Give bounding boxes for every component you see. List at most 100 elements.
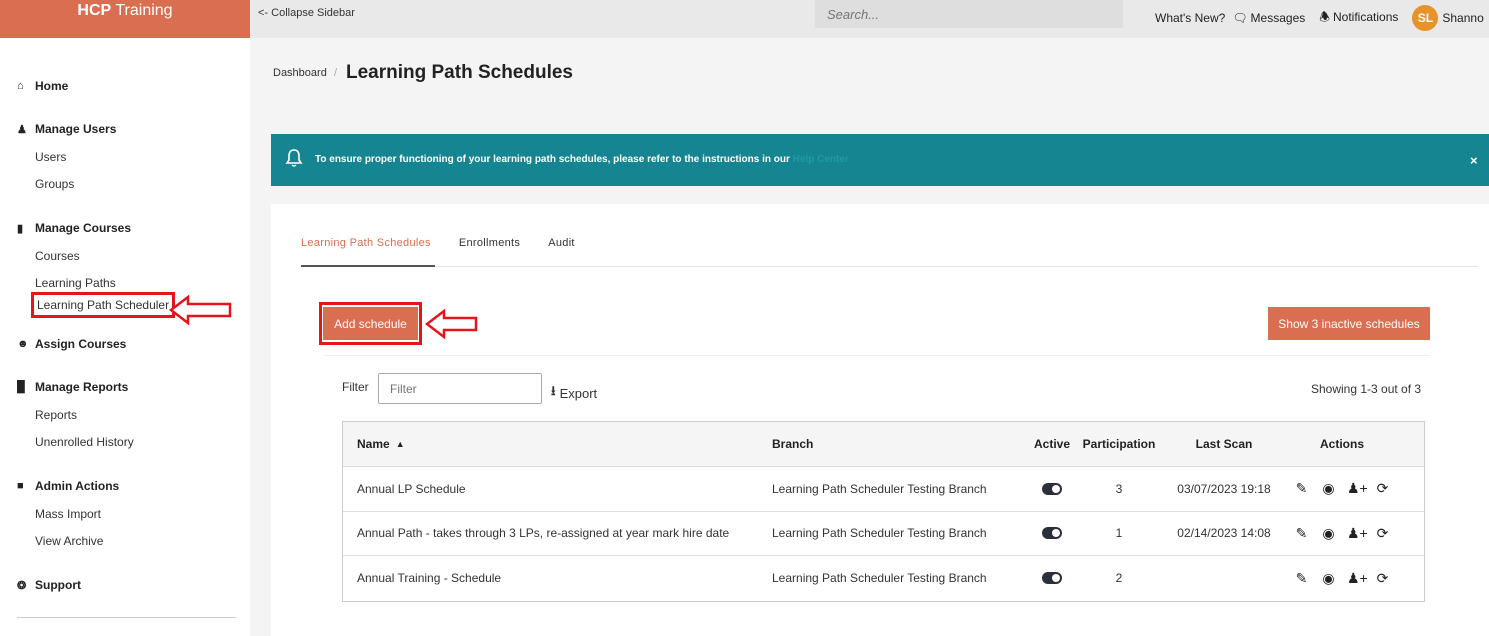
- toggle-switch[interactable]: [1042, 482, 1062, 495]
- refresh-icon[interactable]: ⟳: [1374, 570, 1391, 587]
- eye-icon[interactable]: ◉: [1320, 525, 1337, 542]
- info-banner: To ensure proper functioning of your lea…: [271, 134, 1489, 186]
- active-toggle[interactable]: [1023, 467, 1081, 511]
- sidebar-item-users[interactable]: Users: [35, 150, 66, 164]
- annotation-arrow-scheduler: [168, 294, 232, 326]
- column-header-participation: Participation: [1082, 437, 1156, 451]
- sidebar-item-support[interactable]: ❂ Support: [17, 578, 81, 592]
- tab-divider: [301, 266, 1478, 267]
- active-tab-indicator: [301, 265, 435, 267]
- show-inactive-schedules-button[interactable]: Show 3 inactive schedules: [1268, 307, 1430, 340]
- sidebar-item-home[interactable]: ⌂ Home: [17, 79, 68, 93]
- collapse-sidebar-link[interactable]: <- Collapse Sidebar: [258, 7, 355, 19]
- main-card: Learning Path Schedules Enrollments Audi…: [271, 204, 1489, 636]
- close-icon[interactable]: ×: [1470, 153, 1478, 168]
- refresh-icon[interactable]: ⟳: [1374, 480, 1391, 497]
- column-header-name[interactable]: Name ▲: [357, 422, 405, 466]
- book-icon: ▮: [17, 222, 24, 235]
- column-header-active: Active: [1033, 437, 1071, 451]
- toggle-switch[interactable]: [1042, 572, 1062, 585]
- tab-audit[interactable]: Audit: [548, 237, 575, 249]
- home-icon: ⌂: [17, 80, 24, 92]
- help-center-link[interactable]: Help Center: [793, 154, 849, 165]
- sidebar-section-manage-reports[interactable]: █ Manage Reports: [17, 380, 128, 394]
- sidebar-item-courses[interactable]: Courses: [35, 249, 80, 263]
- add-user-icon[interactable]: ♟+: [1347, 570, 1368, 587]
- sidebar-divider: [17, 617, 236, 618]
- add-schedule-button[interactable]: Add schedule: [323, 307, 418, 340]
- annotation-arrow-add: [424, 308, 478, 340]
- sidebar-item-assign-courses[interactable]: ☻ Assign Courses: [17, 337, 126, 351]
- notifications-link[interactable]: 🕭 Notifications: [1319, 8, 1405, 29]
- sidebar-item-reports[interactable]: Reports: [35, 408, 77, 422]
- row-last-scan: [1169, 556, 1279, 601]
- breadcrumb-separator: /: [334, 67, 338, 79]
- whats-new-link[interactable]: What's New?: [1155, 11, 1225, 25]
- row-branch: Learning Path Scheduler Testing Branch: [772, 571, 987, 586]
- add-user-icon[interactable]: ♟+: [1347, 525, 1368, 542]
- tab-enrollments[interactable]: Enrollments: [459, 237, 520, 249]
- lock-icon: ■: [17, 480, 24, 492]
- messages-link[interactable]: 🗨 Messages: [1232, 11, 1312, 25]
- active-toggle[interactable]: [1023, 556, 1081, 601]
- divider: [323, 355, 1430, 356]
- row-last-scan: 02/14/2023 14:08: [1177, 526, 1271, 541]
- user-circle-icon: ☻: [17, 338, 29, 350]
- search-input[interactable]: [815, 0, 1123, 28]
- tab-learning-path-schedules[interactable]: Learning Path Schedules: [301, 237, 431, 249]
- page-title: Learning Path Schedules: [346, 62, 573, 83]
- table-row: Annual Path - takes through 3 LPs, re-as…: [343, 512, 1424, 556]
- edit-icon[interactable]: ✎: [1293, 570, 1310, 587]
- eye-icon[interactable]: ◉: [1320, 570, 1337, 587]
- pagination-status: Showing 1-3 out of 3: [1311, 382, 1422, 396]
- life-ring-icon: ❂: [17, 579, 27, 592]
- tab-bar: Learning Path Schedules Enrollments Audi…: [301, 237, 603, 249]
- brand-logo[interactable]: HCP Training: [0, 0, 250, 38]
- column-header-branch: Branch: [772, 437, 814, 451]
- row-actions: ✎ ◉ ♟+ ⟳: [1285, 467, 1399, 511]
- sidebar-section-manage-courses[interactable]: ▮ Manage Courses: [17, 221, 131, 235]
- column-header-actions: Actions: [1319, 437, 1364, 451]
- schedules-table: Name ▲ Branch Active Participation Last S…: [342, 421, 1425, 602]
- user-name[interactable]: Shanno: [1442, 11, 1483, 25]
- add-user-icon[interactable]: ♟+: [1347, 480, 1368, 497]
- row-branch: Learning Path Scheduler Testing Branch: [772, 481, 987, 496]
- row-participation: 3: [1115, 481, 1123, 496]
- bell-icon: 🕭: [1319, 9, 1330, 24]
- edit-icon[interactable]: ✎: [1293, 480, 1310, 497]
- sidebar-item-view-archive[interactable]: View Archive: [35, 534, 103, 548]
- bar-chart-icon: █: [17, 381, 25, 393]
- toggle-switch[interactable]: [1042, 527, 1062, 540]
- sidebar-item-unenrolled-history[interactable]: Unenrolled History: [35, 435, 134, 449]
- eye-icon[interactable]: ◉: [1320, 480, 1337, 497]
- active-toggle[interactable]: [1023, 512, 1081, 556]
- row-actions: ✎ ◉ ♟+ ⟳: [1285, 512, 1399, 556]
- sidebar-item-learning-paths[interactable]: Learning Paths: [35, 276, 116, 290]
- row-participation: 1: [1115, 526, 1123, 541]
- sidebar-section-manage-users[interactable]: ♟ Manage Users: [17, 122, 116, 136]
- table-row: Annual Training - Schedule Learning Path…: [343, 556, 1424, 601]
- row-name: Annual LP Schedule: [357, 481, 466, 496]
- sidebar-item-groups[interactable]: Groups: [35, 177, 74, 191]
- filter-label: Filter: [342, 380, 369, 394]
- row-participation: 2: [1115, 571, 1123, 586]
- sidebar-section-admin-actions[interactable]: ■ Admin Actions: [17, 479, 119, 493]
- row-actions: ✎ ◉ ♟+ ⟳: [1285, 556, 1399, 601]
- table-header: Name ▲ Branch Active Participation Last S…: [343, 422, 1424, 467]
- sidebar-item-mass-import[interactable]: Mass Import: [35, 507, 101, 521]
- filter-input[interactable]: [378, 373, 542, 404]
- user-icon: ♟: [17, 123, 27, 136]
- export-button[interactable]: ⭳ Export: [551, 382, 597, 404]
- edit-icon[interactable]: ✎: [1293, 525, 1310, 542]
- bell-icon: [285, 148, 303, 173]
- avatar[interactable]: SL: [1412, 5, 1439, 31]
- table-row: Annual LP Schedule Learning Path Schedul…: [343, 467, 1424, 512]
- breadcrumb-dashboard[interactable]: Dashboard: [273, 67, 327, 79]
- row-last-scan: 03/07/2023 19:18: [1177, 481, 1271, 496]
- banner-message: To ensure proper functioning of your lea…: [315, 154, 849, 165]
- chevron-up-icon: ▲: [395, 439, 405, 449]
- message-icon: 🗨: [1232, 11, 1248, 25]
- row-name: Annual Path - takes through 3 LPs, re-as…: [357, 526, 730, 541]
- refresh-icon[interactable]: ⟳: [1374, 525, 1391, 542]
- sidebar-item-learning-path-scheduler[interactable]: Learning Path Scheduler: [31, 292, 176, 318]
